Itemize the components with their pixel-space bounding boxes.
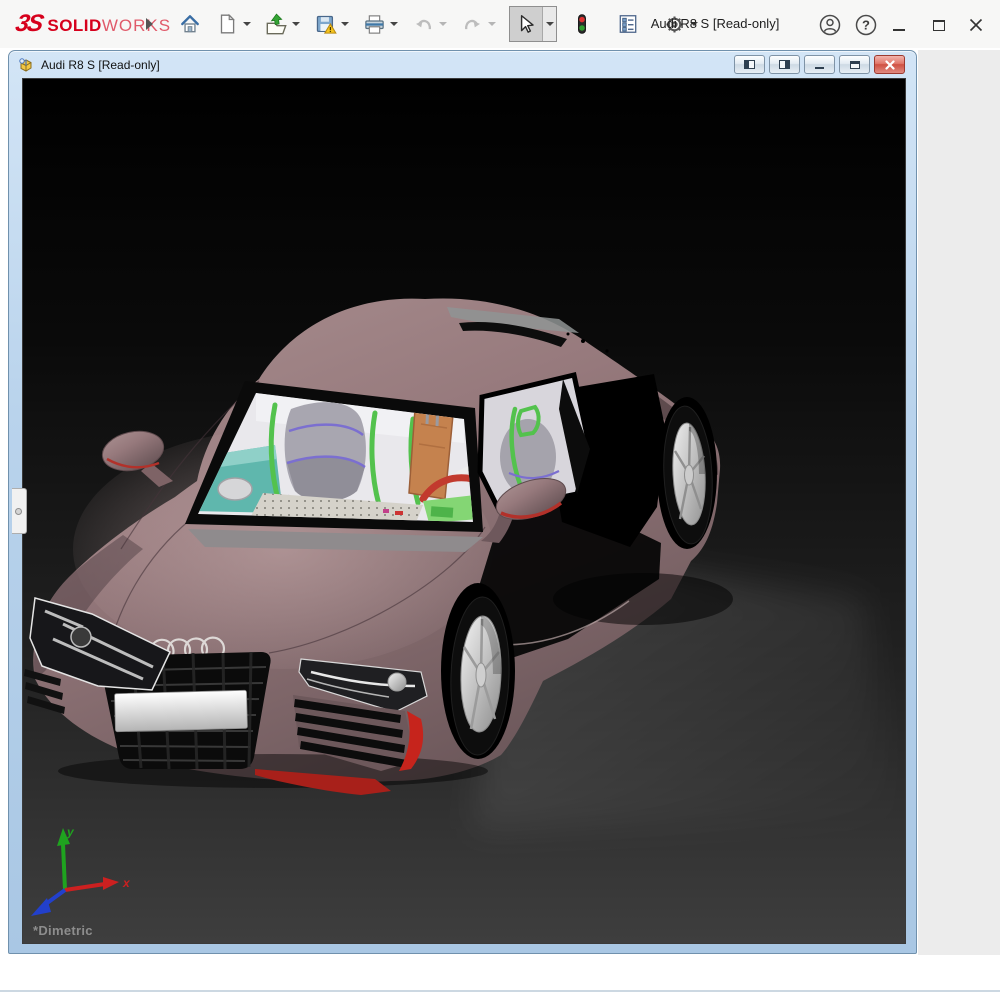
status-bar-divider: [0, 990, 1000, 992]
doc-minimize-button[interactable]: [804, 55, 835, 74]
open-button[interactable]: [262, 9, 290, 39]
new-document-button[interactable]: [213, 9, 241, 39]
save-dropdown[interactable]: [339, 9, 351, 39]
rebuild-button[interactable]: [568, 9, 596, 39]
triad-x-axis: x: [65, 876, 131, 890]
select-tool-dropdown[interactable]: [542, 7, 556, 41]
help-icon: ?: [854, 13, 878, 37]
doc-minimize-icon: [815, 67, 824, 69]
split-left-icon: [744, 60, 755, 69]
new-document-icon: [216, 13, 238, 35]
triad-y-axis: y: [57, 825, 75, 890]
select-tool-button[interactable]: [509, 6, 557, 42]
undo-icon: [412, 13, 435, 36]
help-button[interactable]: ?: [853, 12, 879, 38]
open-icon: [265, 13, 288, 36]
doc-close-button[interactable]: [874, 55, 905, 74]
document-title: Audi R8 S [Read-only]: [41, 58, 160, 72]
view-orientation-label: *Dimetric: [33, 923, 93, 938]
redo-dropdown[interactable]: [486, 9, 498, 39]
home-button[interactable]: [176, 9, 204, 39]
graphics-area[interactable]: y x *Dimetric: [22, 78, 906, 944]
brand-name-bold: SOLID: [47, 16, 101, 36]
home-icon: [179, 13, 201, 35]
document-titlebar[interactable]: Audi R8 S [Read-only]: [9, 51, 916, 78]
audi-r8-model: [23, 79, 906, 944]
svg-text:?: ?: [862, 18, 870, 33]
select-arrow-icon: [515, 13, 537, 35]
doc-close-icon: [885, 60, 895, 70]
menu-flyout-arrow-icon[interactable]: [146, 18, 153, 30]
svg-text:y: y: [66, 825, 75, 839]
doc-split-left-button[interactable]: [734, 55, 765, 74]
split-right-icon: [779, 60, 790, 69]
workspace-gutter: [918, 50, 1000, 955]
maximize-button[interactable]: [926, 12, 952, 38]
print-icon: [363, 13, 386, 36]
doc-restore-icon: [850, 61, 860, 69]
undo-dropdown[interactable]: [437, 9, 449, 39]
account-icon: [818, 13, 842, 37]
brand-name-light: WORKS: [102, 16, 171, 36]
app-title: Audi R8 S [Read-only]: [595, 16, 835, 31]
main-toolbar: 3S SOLID WORKS: [0, 0, 1000, 48]
svg-text:x: x: [122, 876, 131, 890]
assembly-part-icon: [17, 56, 35, 74]
save-button[interactable]: [311, 9, 339, 39]
license-plate: [115, 690, 248, 731]
close-button[interactable]: [963, 12, 989, 38]
minimize-icon: [893, 29, 905, 31]
panel-tab-grip-icon: [15, 508, 22, 515]
document-window-controls: [734, 55, 905, 74]
maximize-icon: [933, 20, 945, 31]
dassault-3ds-logo-icon: 3S: [13, 10, 44, 38]
redo-icon: [461, 13, 484, 36]
close-icon: [968, 17, 984, 33]
doc-split-right-button[interactable]: [769, 55, 800, 74]
solidworks-app-window: 3S SOLID WORKS: [0, 0, 1000, 1000]
doc-restore-button[interactable]: [839, 55, 870, 74]
rebuild-traffic-light-icon: [571, 13, 593, 35]
new-document-dropdown[interactable]: [241, 9, 253, 39]
print-dropdown[interactable]: [388, 9, 400, 39]
rear-wheel: [657, 397, 717, 549]
undo-button[interactable]: [409, 9, 437, 39]
print-button[interactable]: [360, 9, 388, 39]
front-wheel: [441, 583, 515, 759]
minimize-button[interactable]: [886, 12, 912, 38]
reference-triad: y x: [23, 824, 133, 924]
triad-z-axis: [31, 890, 65, 916]
open-dropdown[interactable]: [290, 9, 302, 39]
redo-button[interactable]: [458, 9, 486, 39]
feature-manager-collapsed-tab[interactable]: [12, 488, 27, 534]
account-button[interactable]: [817, 12, 843, 38]
document-window: Audi R8 S [Read-only]: [8, 50, 917, 954]
save-icon: [314, 13, 337, 36]
